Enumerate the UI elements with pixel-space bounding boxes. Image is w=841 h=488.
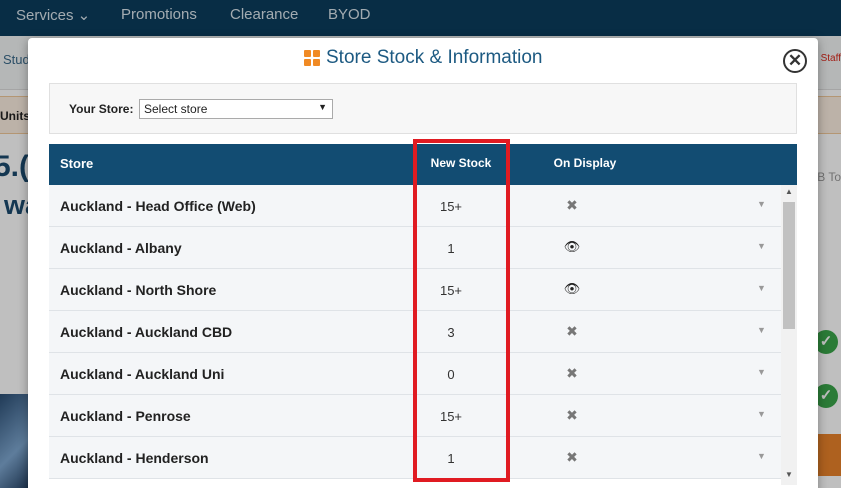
table-header: Store New Stock On Display	[49, 144, 797, 185]
not-on-display-icon: ✖	[566, 197, 578, 213]
column-header-store: Store	[60, 156, 94, 171]
table-row[interactable]: Auckland - Head Office (Web) 15+ ✖ ▼	[49, 185, 781, 227]
table-row[interactable]: Auckland - Henderson 1 ✖ ▼	[49, 437, 781, 479]
scroll-down-arrow-icon[interactable]: ▼	[785, 470, 793, 479]
expand-chevron-icon[interactable]: ▼	[757, 241, 766, 251]
column-header-new-stock: New Stock	[430, 156, 492, 170]
store-name: Auckland - Auckland Uni	[60, 366, 225, 382]
store-select-value: Select store	[144, 102, 208, 116]
store-select-label: Your Store:	[69, 102, 134, 116]
expand-chevron-icon[interactable]: ▼	[757, 367, 766, 377]
not-on-display-icon: ✖	[566, 407, 578, 423]
scroll-up-arrow-icon[interactable]: ▲	[785, 187, 793, 196]
store-name: Auckland - Head Office (Web)	[60, 198, 256, 214]
store-name: Auckland - North Shore	[60, 282, 217, 298]
grid-icon	[304, 50, 320, 66]
table-row[interactable]: Auckland - North Shore 15+ 👁 ▼	[49, 269, 781, 311]
close-button[interactable]: ✕	[783, 49, 807, 73]
table-row[interactable]: Auckland - Penrose 15+ ✖ ▼	[49, 395, 781, 437]
not-on-display-icon: ✖	[566, 365, 578, 381]
new-stock-value: 1	[447, 451, 455, 466]
store-name: Auckland - Penrose	[60, 408, 191, 424]
new-stock-value: 15+	[439, 199, 463, 214]
table-row[interactable]: Auckland - Auckland Uni 0 ✖ ▼	[49, 353, 781, 395]
dropdown-caret-icon: ▼	[318, 102, 327, 112]
expand-chevron-icon[interactable]: ▼	[757, 409, 766, 419]
store-select[interactable]: Select store ▼	[139, 99, 333, 119]
new-stock-value: 1	[447, 241, 455, 256]
new-stock-value: 3	[447, 325, 455, 340]
expand-chevron-icon[interactable]: ▼	[757, 283, 766, 293]
new-stock-value: 15+	[439, 283, 463, 298]
modal-title: Store Stock & Information	[326, 47, 543, 68]
scrollbar-thumb[interactable]	[783, 202, 795, 329]
eye-icon: 👁	[563, 239, 581, 254]
eye-icon: 👁	[563, 281, 581, 296]
store-name: Auckland - Henderson	[60, 450, 209, 466]
expand-chevron-icon[interactable]: ▼	[757, 325, 766, 335]
not-on-display-icon: ✖	[566, 323, 578, 339]
table-row[interactable]: Auckland - Albany 1 👁 ▼	[49, 227, 781, 269]
expand-chevron-icon[interactable]: ▼	[757, 199, 766, 209]
modal-header: Store Stock & Information ✕	[28, 38, 818, 78]
store-stock-modal: Store Stock & Information ✕ Your Store: …	[28, 38, 818, 488]
table-row[interactable]: Auckland - Auckland CBD 3 ✖ ▼	[49, 311, 781, 353]
store-selector-panel: Your Store: Select store ▼	[49, 83, 797, 134]
store-name: Auckland - Albany	[60, 240, 182, 256]
expand-chevron-icon[interactable]: ▼	[757, 451, 766, 461]
new-stock-value: 0	[447, 367, 455, 382]
not-on-display-icon: ✖	[566, 449, 578, 465]
store-name: Auckland - Auckland CBD	[60, 324, 233, 340]
store-list: Auckland - Head Office (Web) 15+ ✖ ▼ Auc…	[49, 185, 781, 488]
new-stock-value: 15+	[439, 409, 463, 424]
column-header-on-display: On Display	[553, 156, 617, 170]
